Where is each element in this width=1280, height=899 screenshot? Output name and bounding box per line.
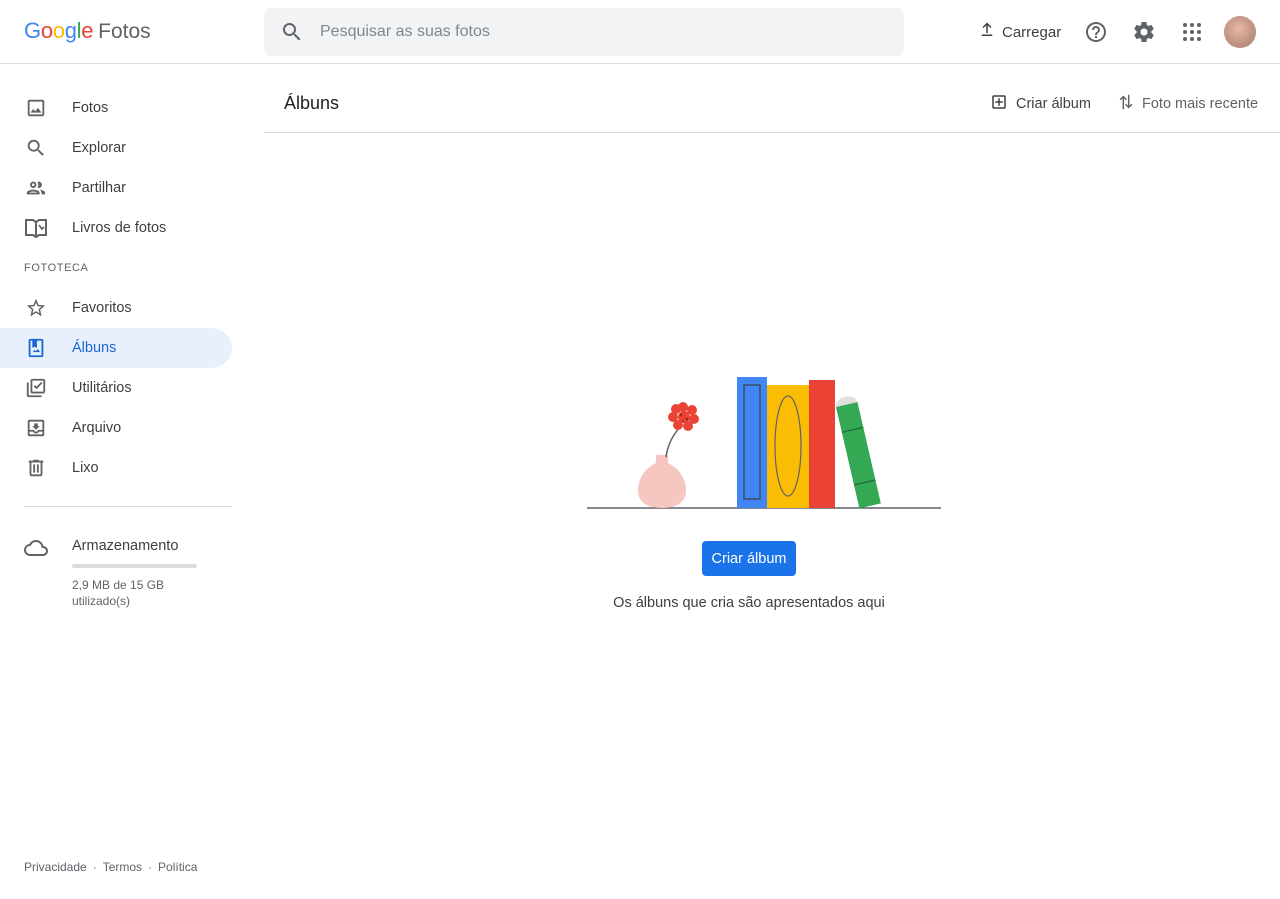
- sidebar-item-label: Arquivo: [72, 420, 122, 436]
- sidebar-item-livros-de-fotos[interactable]: Livros de fotos: [0, 208, 232, 248]
- google-photos-logo[interactable]: Google Fotos: [24, 18, 151, 46]
- sidebar-item-fotos[interactable]: Fotos: [0, 88, 232, 128]
- sidebar-item-arquivo[interactable]: Arquivo: [0, 408, 232, 448]
- sidebar-item-partilhar[interactable]: Partilhar: [0, 168, 232, 208]
- sidebar-item-label: Álbuns: [72, 340, 117, 356]
- footer-links: Privacidade · Termos · Política: [24, 860, 197, 874]
- sidebar-item-lixo[interactable]: Lixo: [0, 448, 232, 488]
- sort-arrows-icon: [1118, 93, 1134, 115]
- upload-label: Carregar: [1002, 23, 1062, 41]
- empty-state-message: Os álbuns que cria são apresentados aqui: [613, 595, 885, 611]
- sidebar-item-label: Utilitários: [72, 380, 132, 396]
- sort-button[interactable]: Foto mais recente: [1118, 92, 1258, 116]
- search-input[interactable]: [320, 23, 904, 41]
- trash-icon: [24, 456, 48, 480]
- create-album-header-button[interactable]: Criar álbum: [990, 92, 1091, 116]
- help-icon[interactable]: [1080, 16, 1112, 48]
- sidebar-item-label: Explorar: [72, 140, 126, 156]
- page-title: Álbuns: [284, 93, 340, 113]
- apps-grid-icon[interactable]: [1176, 16, 1208, 48]
- book-icon: [24, 216, 48, 240]
- people-icon: [24, 176, 48, 200]
- star-icon: [24, 296, 48, 320]
- sidebar-divider: [24, 506, 232, 507]
- sidebar-item-label: Fotos: [72, 100, 109, 116]
- archive-icon: [24, 416, 48, 440]
- logo-letter: g: [64, 18, 77, 43]
- logo-letter: o: [40, 18, 53, 43]
- sidebar-item-utilitarios[interactable]: Utilitários: [0, 368, 232, 408]
- sidebar-item-label: Favoritos: [72, 300, 132, 316]
- bookshelf-illustration: [587, 377, 941, 509]
- gear-icon[interactable]: [1128, 16, 1160, 48]
- albums-empty-state: Criar álbum Os álbuns que cria são apres…: [264, 133, 1280, 899]
- terms-link[interactable]: Termos: [103, 860, 142, 874]
- top-app-bar: Google Fotos Carregar: [0, 0, 1280, 64]
- cloud-icon: [24, 536, 48, 565]
- footer-separator: ·: [148, 860, 153, 874]
- logo-letter: e: [81, 18, 94, 43]
- photo-icon: [24, 96, 48, 120]
- utilities-icon: [24, 376, 48, 400]
- footer-separator: ·: [92, 860, 97, 874]
- policy-link[interactable]: Política: [158, 860, 197, 874]
- album-icon: [24, 336, 48, 360]
- sidebar-item-label: Partilhar: [72, 180, 126, 196]
- sidebar-item-label: Lixo: [72, 460, 99, 476]
- search-bar[interactable]: [264, 8, 904, 56]
- sidebar: Fotos Explorar Partilhar Livros de fotos…: [0, 64, 256, 899]
- logo-letter: o: [52, 18, 65, 43]
- account-avatar[interactable]: [1224, 16, 1256, 48]
- sidebar-item-albuns[interactable]: Álbuns: [0, 328, 232, 368]
- create-album-button[interactable]: Criar álbum: [702, 541, 796, 576]
- storage-section[interactable]: Armazenamento 2,9 MB de 15 GB utilizado(…: [0, 532, 232, 612]
- upload-icon: [978, 21, 996, 43]
- albums-header: Álbuns Criar álbum Foto mais recente: [264, 64, 1280, 133]
- add-box-icon: [990, 93, 1008, 115]
- privacy-link[interactable]: Privacidade: [24, 860, 87, 874]
- storage-usage-text: 2,9 MB de 15 GB utilizado(s): [72, 578, 165, 608]
- upload-button[interactable]: Carregar: [970, 16, 1069, 48]
- sidebar-item-label: Livros de fotos: [72, 220, 167, 236]
- product-name: Fotos: [98, 20, 151, 43]
- sort-label: Foto mais recente: [1142, 96, 1259, 112]
- create-album-label: Criar álbum: [1016, 96, 1091, 112]
- storage-title: Armazenamento: [72, 538, 179, 554]
- storage-progress-bar: [72, 564, 197, 568]
- logo-letter: G: [24, 18, 41, 43]
- google-wordmark: Google: [24, 18, 93, 44]
- library-section-label: FOTOTECA: [24, 262, 89, 274]
- search-icon: [24, 136, 48, 160]
- sidebar-item-favoritos[interactable]: Favoritos: [0, 288, 232, 328]
- sidebar-item-explorar[interactable]: Explorar: [0, 128, 232, 168]
- search-icon[interactable]: [264, 20, 320, 44]
